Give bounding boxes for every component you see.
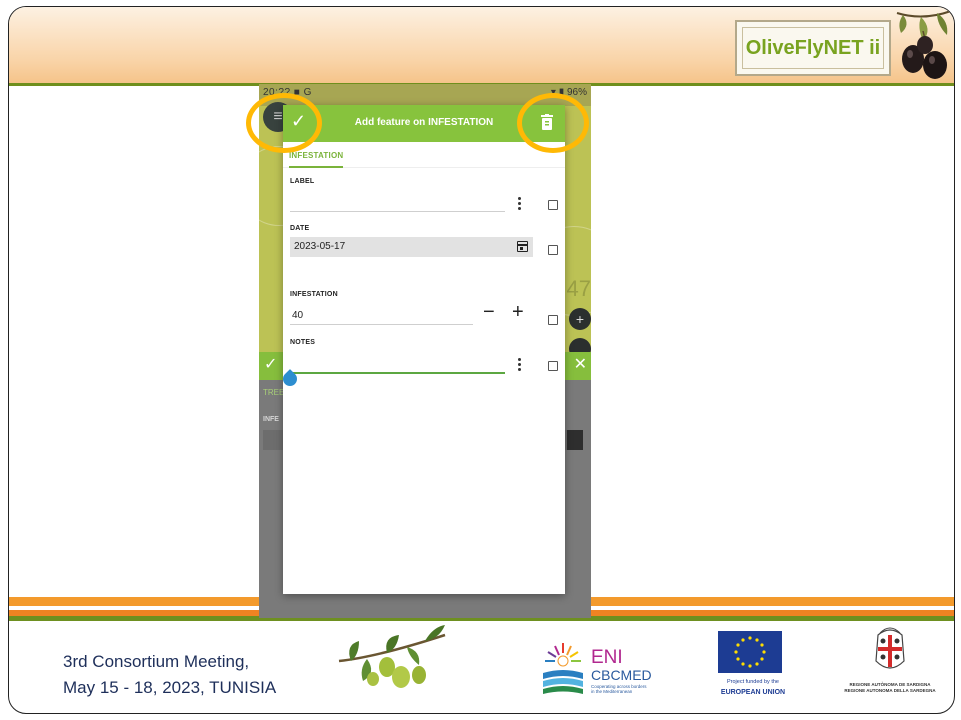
eni-subtitle: CBCMED [591, 667, 652, 683]
notes-field-label: NOTES [290, 339, 316, 346]
tab-infestation[interactable]: INFESTATION [289, 151, 343, 160]
oliveflynet-logo: OliveFlyNET ii [735, 20, 891, 76]
eu-name: EUROPEAN UNION [720, 689, 786, 696]
olive-branch-footer-icon [338, 625, 446, 688]
notes-checkbox[interactable] [548, 361, 558, 371]
background-check-icon: ✓ [264, 356, 278, 373]
eni-sun-icon [543, 643, 583, 694]
decrement-button[interactable]: − [483, 301, 495, 324]
sardinia-crest-icon [875, 627, 905, 669]
label-checkbox[interactable] [548, 200, 558, 210]
eu-flag-icon [718, 631, 782, 673]
eu-caption: Project funded by the [727, 679, 779, 685]
eni-cbcmed-logo: ENI CBCMED Cooperating across borders in… [541, 639, 666, 701]
logo-text: OliveFlyNET ii [745, 36, 881, 59]
infestation-checkbox[interactable] [548, 315, 558, 325]
slide: OliveFlyNET ii 3rd Consortium Meeting, M… [0, 0, 961, 720]
meeting-caption-line1: 3rd Consortium Meeting, [63, 652, 250, 671]
calendar-icon[interactable] [517, 241, 528, 252]
highlight-ring-delete [517, 93, 589, 153]
background-field-label: INFE [263, 416, 279, 423]
date-input[interactable]: 2023-05-17 [290, 237, 533, 257]
zoom-in-button[interactable]: + [569, 308, 591, 330]
infestation-input[interactable]: 40 [292, 310, 303, 321]
infestation-field-label: INFESTATION [290, 291, 338, 298]
tab-indicator [289, 166, 343, 168]
map-count-label: 47 [566, 276, 591, 301]
background-close-icon: ✕ [573, 356, 587, 373]
label-field-label: LABEL [290, 178, 315, 185]
date-field-label: DATE [290, 225, 310, 232]
label-input[interactable] [290, 195, 505, 209]
olive-branch-icon [896, 10, 952, 79]
notes-input[interactable] [290, 355, 505, 369]
eni-title: ENI [591, 647, 623, 668]
background-tab-label: TREE [263, 388, 285, 397]
increment-button[interactable]: + [512, 301, 524, 324]
highlight-ring-save [246, 93, 322, 153]
meeting-caption-line2: May 15 - 18, 2023, TUNISIA [63, 678, 277, 697]
sardinia-line2: REGIONE AUTONOMA DELLA SARDEGNA [844, 688, 936, 693]
phone-screenshot: 20:?? ■ G ▾ ▮ 96% 47 ≡ + ✓ ✕ TREE INFE ✓… [259, 84, 591, 618]
add-feature-dialog: ✓ Add feature on INFESTATION INFESTATION… [280, 105, 565, 594]
meeting-caption: 3rd Consortium Meeting, May 15 - 18, 202… [63, 649, 276, 701]
sardinia-region-logo: REGIONE AUTÒNOMA DE SARDIGNA REGIONE AUT… [831, 625, 949, 703]
eu-funding-logo: Project funded by the EUROPEAN UNION [703, 629, 803, 701]
eni-tagline: Cooperating across borders in the Medite… [591, 684, 647, 694]
dialog-tab-bar: INFESTATION [283, 142, 565, 168]
date-value: 2023-05-17 [294, 241, 346, 252]
label-more-icon[interactable] [518, 197, 522, 212]
date-checkbox[interactable] [548, 245, 558, 255]
notes-more-icon[interactable] [518, 358, 522, 373]
status-signal: G [303, 87, 312, 98]
